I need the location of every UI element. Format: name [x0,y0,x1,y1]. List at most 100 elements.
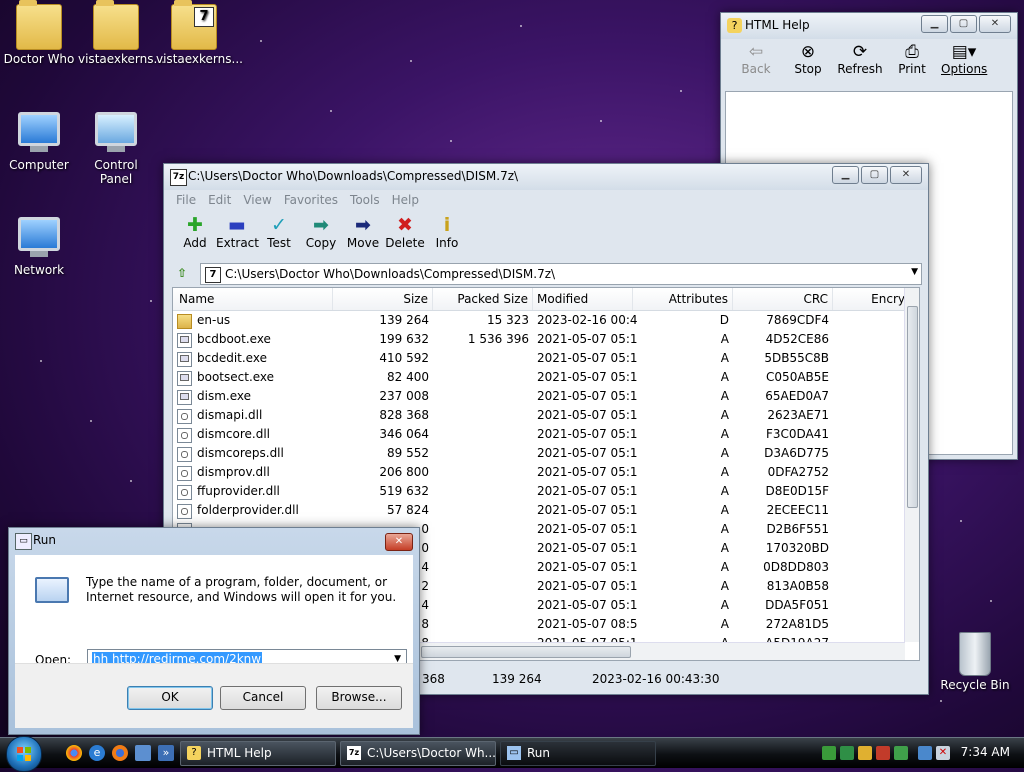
extract-button[interactable]: ▬ Extract [216,210,259,260]
cell-packed-size: 15 323 [487,313,529,327]
cell-modified: 2021-05-07 05:18 [537,560,637,574]
volume-muted-icon[interactable]: ✕ [936,746,950,760]
table-row[interactable]: bcdboot.exe 199 632 1 536 396 2021-05-07 05… [173,330,905,349]
cell-packed-size [435,349,529,368]
internet-explorer-icon[interactable]: e [89,745,105,761]
table-row[interactable]: dismapi.dll 828 368 2021-05-07 05:18 A 2623A… [173,406,905,425]
minimize-button[interactable]: ▁ [832,166,859,184]
up-folder-icon[interactable]: ⇧ [172,263,192,283]
task-run[interactable]: ▭ Run [500,741,656,766]
desktop-icon-doctor-who[interactable]: Doctor Who [1,0,77,66]
cancel-button[interactable]: Cancel [220,686,306,710]
test-button[interactable]: ✓ Test [258,210,300,260]
cell-size: 82 400 [387,370,429,384]
stop-button[interactable]: ⊗ Stop [785,40,831,90]
info-button[interactable]: i Info [426,210,468,260]
security-icon[interactable] [876,746,890,760]
cell-attributes: A [720,484,729,498]
minimize-button[interactable]: ▁ [921,15,948,33]
network-tray-icon-2[interactable] [840,746,854,760]
scroll-thumb[interactable] [907,306,918,508]
cell-attributes: A [637,634,737,642]
desktop-icon-recycle-bin[interactable]: Recycle Bin [937,632,1013,692]
close-button[interactable]: ✕ [890,166,922,184]
table-row[interactable]: dismcoreps.dll 89 552 2021-05-07 05:18 A D3A… [173,444,905,463]
move-button[interactable]: ➡ Move [342,210,384,260]
scroll-thumb[interactable] [421,646,631,658]
desktop-icon-vistaexkerns-1[interactable]: vistaexkerns... [78,0,165,66]
close-button[interactable]: ✕ [385,533,413,551]
delete-button[interactable]: ✖ Delete [384,210,426,260]
back-button[interactable]: ⇦ Back [733,40,779,90]
column-attributes[interactable]: Attributes [633,288,733,310]
chrome-icon[interactable] [66,745,82,761]
column-size[interactable]: Size [333,288,433,310]
table-row[interactable]: dismprov.dll 206 800 2021-05-07 05:18 A 0DFA… [173,463,905,482]
shield-icon[interactable] [858,746,872,760]
start-button[interactable] [6,736,42,772]
desktop-icon-computer[interactable]: Computer [1,108,77,172]
menu-view[interactable]: View [237,191,277,209]
table-row[interactable]: dism.exe 237 008 2021-05-07 05:18 A 65AED0A7 [173,387,905,406]
cell-modified: 2021-05-07 05:18 [537,634,637,642]
options-icon: ▤▾ [951,42,977,62]
table-row[interactable]: folderprovider.dll 57 824 2021-05-07 05:18… [173,501,905,520]
maximize-button[interactable]: ▢ [950,15,977,33]
firefox-icon[interactable] [112,745,128,761]
column-encrypted[interactable]: Encry [833,288,909,310]
maximize-button[interactable]: ▢ [861,166,888,184]
cell-name: folderprovider.dll [197,503,299,517]
options-button[interactable]: ▤▾ Options [941,40,987,90]
table-row[interactable]: ffuprovider.dll 519 632 2021-05-07 05:18 A D… [173,482,905,501]
show-desktop-icon[interactable] [135,745,151,761]
cell-crc: 7869CDF4 [766,313,829,327]
table-row[interactable]: en-us 139 264 15 323 2023-02-16 00:43 D 7869C… [173,311,905,330]
desktop-icon-label: Recycle Bin [940,678,1010,692]
task-sevenzip[interactable]: 7z C:\Users\Doctor Wh... [340,741,496,766]
display-icon[interactable] [918,746,932,760]
address-input[interactable]: 7 C:\Users\Doctor Who\Downloads\Compress… [200,263,922,285]
chevron-down-icon[interactable]: ▼ [911,267,918,277]
refresh-button[interactable]: ⟳ Refresh [837,40,883,90]
menu-favorites[interactable]: Favorites [278,191,344,209]
task-html-help[interactable]: ? HTML Help [180,741,336,766]
column-crc[interactable]: CRC [733,288,833,310]
menu-file[interactable]: File [170,191,202,209]
add-button[interactable]: ✚ Add [174,210,216,260]
browse-button[interactable]: Browse... [316,686,402,710]
cell-modified: 2021-05-07 05:18 [537,541,637,555]
switch-windows-icon[interactable]: » [158,745,174,761]
close-button[interactable]: ✕ [979,15,1011,33]
button-label: Options [941,62,988,76]
desktop-icon-network[interactable]: Network [1,213,77,277]
ok-button[interactable]: OK [127,686,213,710]
copy-button[interactable]: ➡ Copy [300,210,342,260]
delete-x-icon: ✖ [397,214,413,236]
column-packed-size[interactable]: Packed Size [433,288,533,310]
table-row[interactable]: bcdedit.exe 410 592 2021-05-07 05:18 A 5DB55… [173,349,905,368]
menu-help[interactable]: Help [386,191,425,209]
run-titlebar[interactable]: ▭ Run ✕ [9,528,419,554]
vertical-scrollbar[interactable] [904,288,919,642]
table-row[interactable]: dismcore.dll 346 064 2021-05-07 05:18 A F3C0… [173,425,905,444]
print-button[interactable]: ⎙ Print [889,40,935,90]
cell-name: dismcore.dll [197,427,270,441]
sevenzip-titlebar[interactable]: 7z C:\Users\Doctor Who\Downloads\Compres… [164,164,928,190]
cell-modified: 2021-05-07 05:18 [537,351,637,365]
desktop-icon-label: vistaexkerns... [156,52,243,66]
desktop-icon-control-panel[interactable]: Control Panel [78,108,154,186]
button-label: Back [741,62,771,76]
network-tray-icon[interactable] [822,746,836,760]
run-dialog[interactable]: ▭ Run ✕ Type the name of a program, fold… [8,527,420,735]
column-name[interactable]: Name [173,288,333,310]
cell-modified: 2021-05-07 05:18 [537,389,637,403]
table-row[interactable]: bootsect.exe 82 400 2021-05-07 05:18 A C050A… [173,368,905,387]
desktop-icon-vistaexkerns-2[interactable]: 7 vistaexkerns... [156,0,243,66]
menu-edit[interactable]: Edit [202,191,237,209]
tray-icon[interactable] [894,746,908,760]
button-label: Move [346,236,380,250]
menu-tools[interactable]: Tools [344,191,386,209]
column-modified[interactable]: Modified [533,288,633,310]
cell-attributes: A [720,427,729,441]
html-help-titlebar[interactable]: ? HTML Help ▁ ▢ ✕ [721,13,1017,39]
